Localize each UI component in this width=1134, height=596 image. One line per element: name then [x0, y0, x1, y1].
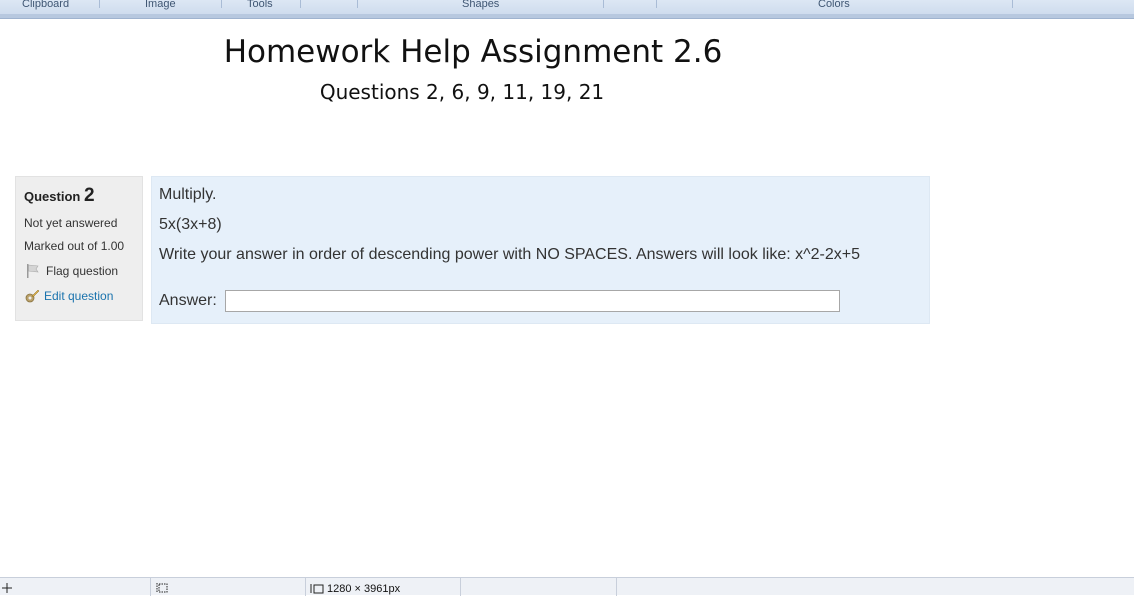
question-content: Multiply. 5x(3x+8) Write your answer in …	[151, 176, 930, 324]
flag-question-label: Flag question	[46, 264, 119, 278]
ribbon-group-shapes[interactable]: Shapes	[462, 0, 499, 10]
status-separator	[305, 578, 306, 596]
ribbon-separator	[603, 0, 604, 8]
flag-icon	[27, 264, 39, 278]
ribbon-separator	[300, 0, 301, 8]
page-subtitle: Questions 2, 6, 9, 11, 19, 21	[319, 80, 605, 104]
question-number-value: 2	[83, 185, 95, 206]
ribbon-separator	[656, 0, 657, 8]
ribbon-bottom-edge	[0, 14, 1134, 18]
answer-label: Answer:	[159, 292, 217, 309]
edit-question-link[interactable]: Edit question	[24, 288, 142, 304]
ribbon-group-colors[interactable]: Colors	[818, 0, 850, 10]
question-expression: 5x(3x+8)	[159, 216, 222, 233]
ribbon-group-clipboard[interactable]: Clipboard	[22, 0, 69, 10]
question-instruction: Multiply.	[159, 186, 217, 203]
question-number: Question 2	[24, 185, 142, 207]
answer-input[interactable]	[224, 290, 840, 312]
question-info-panel: Question 2 Not yet answered Marked out o…	[15, 176, 143, 321]
flag-question-button[interactable]: Flag question	[24, 263, 142, 279]
status-separator	[460, 578, 461, 596]
ribbon-separator	[221, 0, 222, 8]
image-size-text: 1280 × 3961px	[327, 583, 401, 595]
edit-gear-icon	[25, 289, 40, 303]
question-status: Not yet answered	[24, 216, 118, 230]
question-marks: Marked out of 1.00	[24, 239, 125, 253]
status-separator	[150, 578, 151, 596]
ribbon-group-image[interactable]: Image	[145, 0, 176, 10]
image-size-readout: 1280 × 3961px	[310, 583, 400, 595]
question-note: Write your answer in order of descending…	[159, 246, 860, 263]
page-title: Homework Help Assignment 2.6	[223, 34, 723, 70]
ribbon-group-tools[interactable]: Tools	[247, 0, 273, 10]
selection-size-icon	[156, 583, 168, 593]
ribbon-separator	[1012, 0, 1013, 8]
edit-question-label: Edit question	[44, 289, 114, 303]
ribbon-separator	[99, 0, 100, 8]
cursor-position-icon	[2, 583, 12, 593]
ribbon: Clipboard Image Tools Shapes Colors	[0, 0, 1134, 19]
image-size-icon	[310, 584, 324, 594]
answer-row: Answer:	[159, 290, 840, 312]
status-separator	[616, 578, 617, 596]
ribbon-separator	[357, 0, 358, 8]
status-bar: 1280 × 3961px	[0, 577, 1134, 596]
question-label: Question	[24, 189, 81, 204]
